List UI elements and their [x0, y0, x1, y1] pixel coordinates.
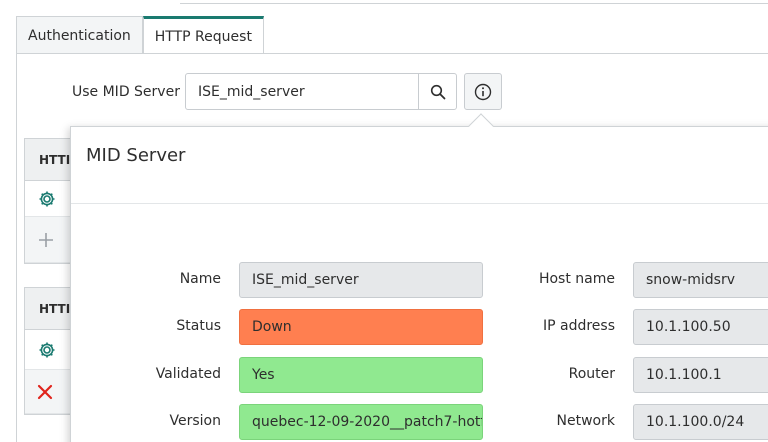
- delete-x-icon[interactable]: [37, 384, 53, 400]
- version-label: Version: [169, 413, 221, 429]
- router-field: 10.1.100.1: [633, 357, 768, 393]
- status-label: Status: [176, 318, 221, 334]
- host-name-field: snow-midsrv: [633, 262, 768, 298]
- ip-address-field: 10.1.100.50: [633, 309, 768, 345]
- network-label: Network: [556, 413, 615, 429]
- version-field: quebec-12-09-2020__patch7-hotfix: [239, 404, 483, 440]
- status-field: Down: [239, 309, 483, 345]
- router-label: Router: [568, 366, 615, 382]
- top-field-edge: [180, 0, 768, 4]
- mid-server-input[interactable]: ISE_mid_server: [185, 73, 419, 110]
- name-field: ISE_mid_server: [239, 262, 483, 298]
- mid-server-popover: MID Server Name ISE_mid_server Status Do…: [70, 126, 768, 442]
- mid-server-info-button[interactable]: [464, 73, 502, 110]
- host-name-label: Host name: [538, 271, 615, 287]
- search-icon: [430, 84, 445, 99]
- tab-panel-border: [16, 53, 17, 442]
- gear-icon[interactable]: [37, 189, 57, 209]
- tab-http-request[interactable]: HTTP Request: [142, 16, 264, 54]
- use-mid-server-label: Use MID Server: [72, 84, 180, 100]
- validated-label: Validated: [155, 366, 221, 382]
- info-icon: [474, 83, 492, 100]
- gear-icon[interactable]: [37, 340, 57, 360]
- network-field: 10.1.100.0/24: [633, 404, 768, 440]
- form-tabs: Authentication HTTP Request: [16, 16, 264, 54]
- validated-field: Yes: [239, 357, 483, 393]
- tab-divider: [16, 53, 768, 54]
- name-label: Name: [179, 271, 221, 287]
- popover-divider: [71, 203, 768, 204]
- mid-server-search-button[interactable]: [418, 73, 457, 110]
- tab-authentication[interactable]: Authentication: [16, 16, 143, 54]
- ip-address-label: IP address: [542, 318, 615, 334]
- plus-icon[interactable]: [37, 231, 55, 249]
- popover-title: MID Server: [86, 145, 186, 166]
